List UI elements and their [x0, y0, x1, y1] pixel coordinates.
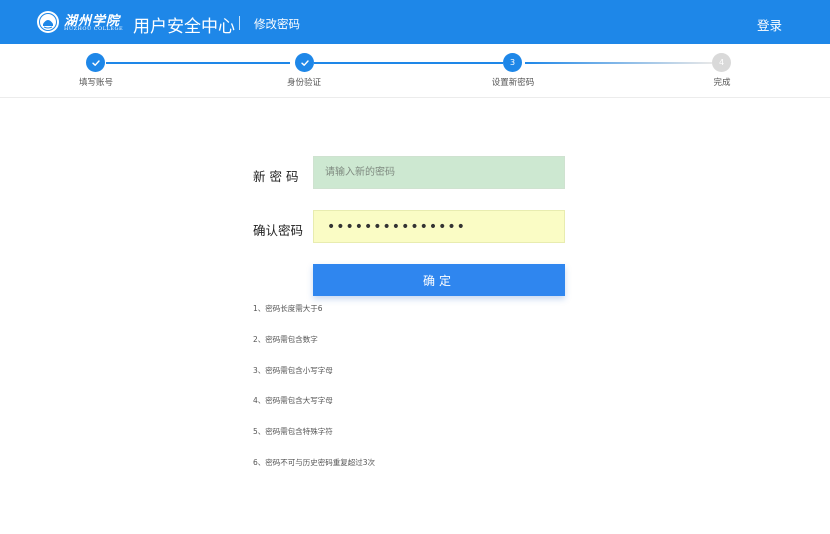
rule-item: 4、密码需包含大写字母	[253, 396, 333, 405]
step-3-circle: 3	[503, 53, 522, 72]
step-progress: 填写账号 身份验证 3 设置新密码 4 完成	[0, 44, 830, 98]
step-1-circle	[86, 53, 105, 72]
step-3-label: 设置新密码	[491, 78, 535, 88]
step-connector-2	[314, 62, 503, 64]
college-logo-text: 湖州学院 HUZHOU COLLEGE	[64, 12, 124, 34]
logo-english-name: HUZHOU COLLEGE	[64, 26, 124, 32]
rule-item: 1、密码长度需大于6	[253, 304, 323, 313]
new-password-input[interactable]	[313, 156, 565, 189]
rule-item: 3、密码需包含小写字母	[253, 366, 333, 375]
confirm-password-input[interactable]	[313, 210, 565, 243]
step-connector-1	[106, 62, 290, 64]
rule-item: 5、密码需包含特殊字符	[253, 427, 333, 436]
check-icon	[91, 59, 100, 66]
step-2-label: 身份验证	[286, 78, 322, 88]
step-connector-3	[525, 62, 712, 64]
title-divider	[239, 16, 240, 30]
check-icon	[300, 59, 309, 66]
confirm-button[interactable]: 确定	[313, 264, 565, 296]
confirm-password-label: 确认密码	[253, 223, 304, 238]
college-emblem-icon	[37, 11, 59, 33]
step-2-circle	[295, 53, 314, 72]
page-subtitle: 修改密码	[254, 17, 300, 31]
step-4-label: 完成	[713, 78, 731, 88]
rule-item: 2、密码需包含数字	[253, 335, 318, 344]
rule-item: 6、密码不可与历史密码重复超过3次	[253, 458, 376, 467]
step-1-label: 填写账号	[78, 78, 114, 88]
login-link[interactable]: 登录	[757, 15, 782, 34]
top-header: 湖州学院 HUZHOU COLLEGE 用户安全中心 修改密码 登录	[0, 0, 830, 44]
app-title: 用户安全中心	[133, 17, 235, 37]
step-4-circle: 4	[712, 53, 731, 72]
new-password-label: 新 密 码	[253, 169, 299, 184]
